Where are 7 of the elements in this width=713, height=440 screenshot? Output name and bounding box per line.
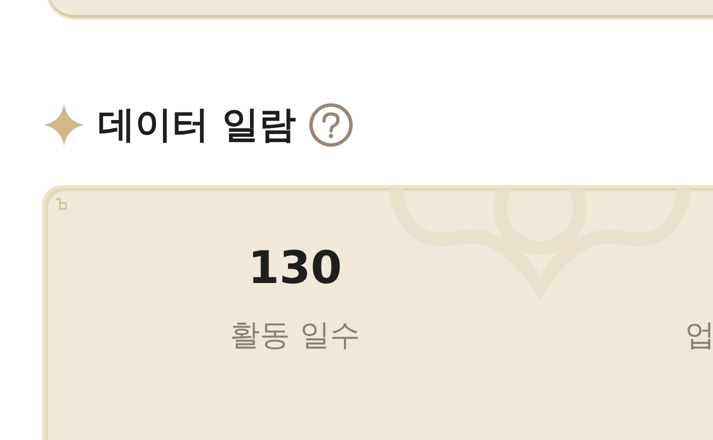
help-icon[interactable] bbox=[308, 102, 354, 148]
corner-ornament-icon bbox=[55, 198, 67, 210]
stat-value: 130 bbox=[248, 243, 342, 292]
sparkle-icon bbox=[42, 103, 86, 147]
stat-label: 업 bbox=[685, 317, 713, 355]
stat-label: 활동 일수 bbox=[230, 316, 360, 354]
section-title: 데이터 일람 bbox=[98, 102, 296, 148]
